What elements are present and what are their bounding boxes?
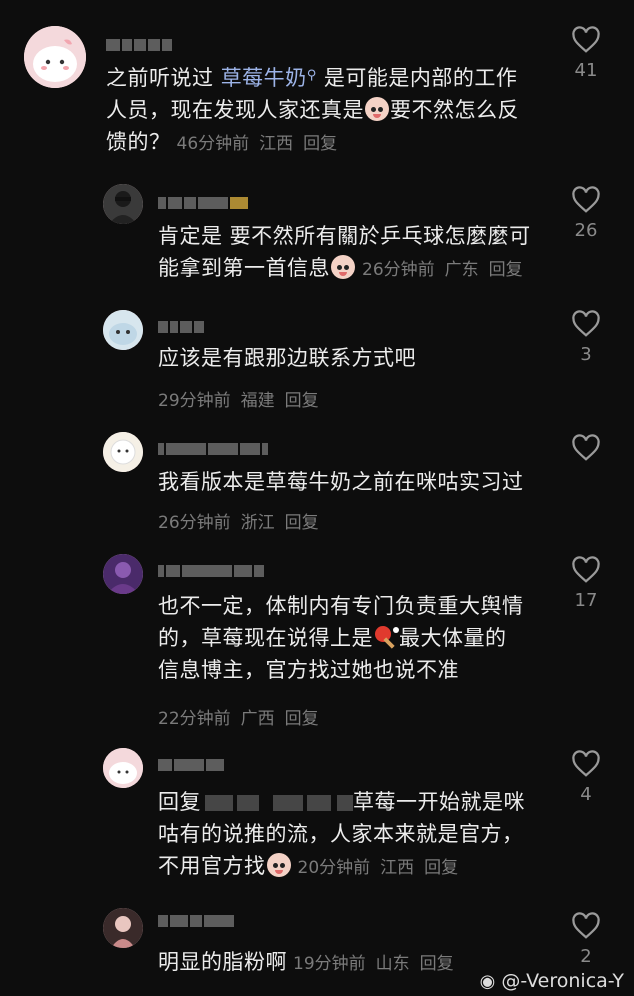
timestamp: 29分钟前 — [158, 391, 231, 411]
comment-text: 我看版本是草莓牛奶之前在咪咕实习过 — [158, 470, 524, 494]
like-button[interactable]: 4 — [556, 750, 616, 805]
avatar[interactable] — [103, 554, 143, 594]
like-button[interactable]: 41 — [556, 26, 616, 81]
timestamp: 19分钟前 — [293, 954, 366, 974]
location: 福建 — [240, 391, 275, 411]
heart-icon — [572, 556, 600, 583]
search-icon: ⚲ — [306, 68, 317, 83]
timestamp: 22分钟前 — [158, 709, 231, 729]
like-count: 41 — [574, 60, 598, 81]
reply-button[interactable]: 回复 — [489, 260, 523, 280]
location: 江西 — [380, 858, 415, 878]
like-count: 26 — [574, 220, 598, 241]
reply-button[interactable]: 回复 — [303, 134, 337, 154]
like-button[interactable] — [556, 434, 616, 468]
crying-emoji-icon — [365, 97, 389, 121]
watermark: ◉ @-Veronica-Y — [479, 970, 624, 992]
timestamp: 20分钟前 — [297, 858, 371, 878]
username-redacted[interactable] — [158, 562, 264, 580]
reply-button[interactable]: 回复 — [420, 954, 454, 974]
username-redacted[interactable] — [106, 36, 172, 54]
reply-button[interactable]: 回复 — [424, 858, 458, 878]
timestamp: 26分钟前 — [362, 260, 435, 280]
location: 广西 — [240, 709, 275, 729]
heart-icon — [572, 186, 600, 213]
heart-icon — [572, 26, 600, 53]
avatar[interactable] — [103, 310, 143, 350]
like-count: 4 — [580, 784, 592, 805]
crying-emoji-icon — [331, 255, 355, 279]
heart-icon — [572, 912, 600, 939]
timestamp: 26分钟前 — [158, 513, 231, 533]
location: 江西 — [259, 134, 294, 154]
reply-button[interactable]: 回复 — [285, 709, 319, 729]
crying-emoji-icon — [266, 853, 291, 877]
username-redacted[interactable] — [158, 318, 204, 336]
reply-button[interactable]: 回复 — [285, 513, 319, 533]
like-button[interactable]: 26 — [556, 186, 616, 241]
heart-icon — [572, 310, 600, 337]
comment-text: 也不一定，体制内有专门负责重大舆情 的，草莓现在说得上是 最大体量的 信息博主，官… — [158, 594, 524, 682]
heart-icon — [572, 750, 600, 777]
username-redacted[interactable] — [158, 194, 248, 212]
timestamp: 46分钟前 — [176, 134, 250, 154]
like-button[interactable]: 2 — [556, 912, 616, 967]
like-button[interactable]: 17 — [556, 556, 616, 611]
comment-text: 应该是有跟那边联系方式吧 — [158, 346, 416, 370]
reply-button[interactable]: 回复 — [285, 391, 319, 411]
avatar[interactable] — [24, 26, 86, 88]
avatar[interactable] — [103, 184, 143, 224]
comment-text: 肯定是 要不然所有關於乒乓球怎麼麼可 能拿到第一首信息 26分钟前 广东 回复 — [158, 224, 531, 280]
weibo-icon: ◉ — [479, 971, 496, 992]
username-redacted[interactable] — [158, 756, 224, 774]
avatar[interactable] — [103, 908, 143, 948]
like-button[interactable]: 3 — [556, 310, 616, 365]
username-redacted[interactable] — [158, 440, 268, 458]
username-redacted[interactable] — [158, 912, 234, 930]
location: 山东 — [375, 954, 410, 974]
avatar[interactable] — [103, 432, 143, 472]
comment-text: 之前听说过 草莓牛奶⚲ 是可能是内部的工作 人员，现在发现人家还真是 要不然怎么反… — [106, 66, 519, 154]
like-count: 3 — [580, 344, 592, 365]
avatar[interactable] — [103, 748, 143, 788]
like-count: 17 — [574, 590, 598, 611]
comment-text: 回复 草莓一开始就是咪 咕有的说推的流，人家本来就是官方， 不用官方找 20分钟前江… — [158, 790, 525, 878]
ping-pong-icon — [373, 625, 399, 649]
heart-icon — [572, 434, 600, 461]
topic-link[interactable]: 草莓牛奶 — [221, 66, 307, 90]
like-count: 2 — [580, 946, 592, 967]
location: 浙江 — [240, 513, 275, 533]
location: 广东 — [444, 260, 479, 280]
